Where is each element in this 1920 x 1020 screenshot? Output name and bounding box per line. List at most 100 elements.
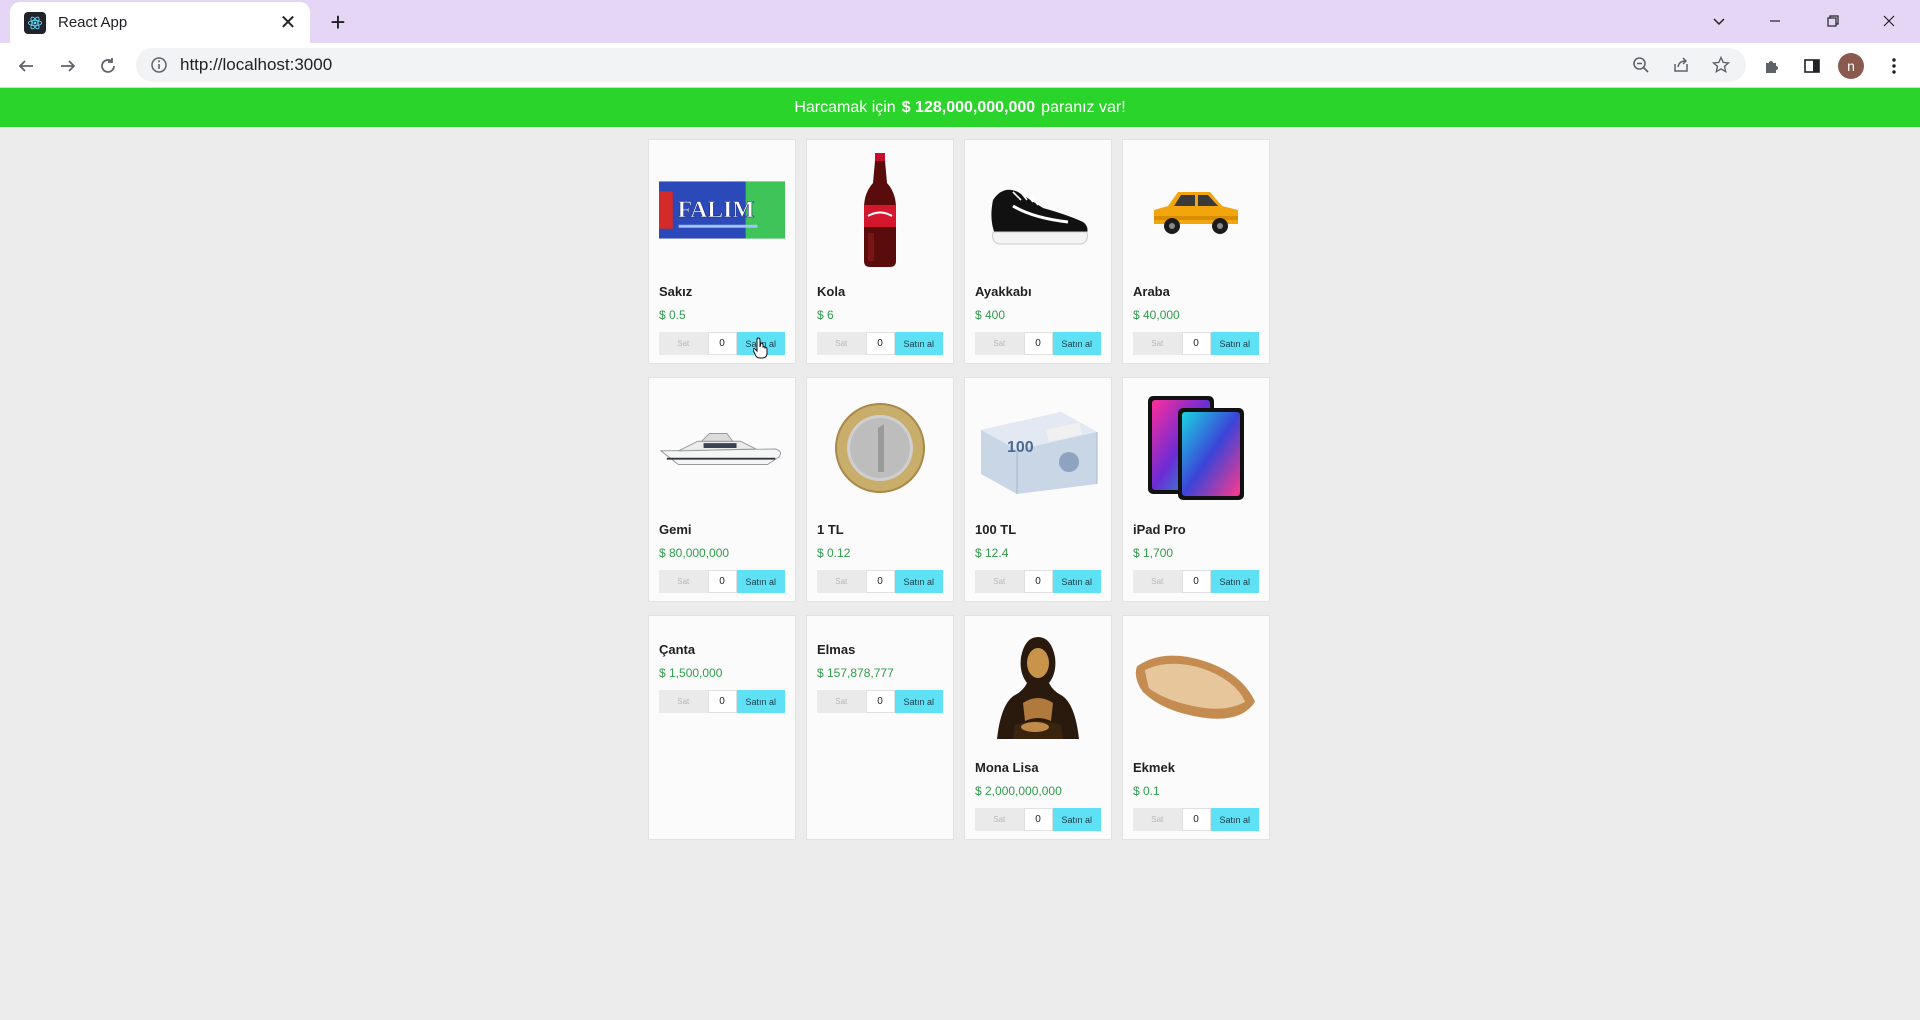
- buy-button[interactable]: Satın al: [736, 690, 785, 713]
- close-tab-icon[interactable]: ✕: [276, 11, 300, 35]
- svg-text:100: 100: [1007, 439, 1034, 456]
- quantity-input[interactable]: [1023, 570, 1053, 593]
- sell-button[interactable]: Sat: [975, 332, 1024, 355]
- quantity-input[interactable]: [865, 690, 895, 713]
- menu-kebab-icon[interactable]: [1878, 50, 1910, 82]
- new-tab-icon[interactable]: +: [324, 7, 352, 37]
- product-card: 100 100 TL $ 12.4 Sat Satın al: [964, 377, 1112, 602]
- sell-button[interactable]: Sat: [1133, 570, 1182, 593]
- buy-button[interactable]: Satın al: [1210, 332, 1259, 355]
- address-bar[interactable]: http://localhost:3000: [136, 48, 1746, 82]
- browser-tab-bar: React App ✕ +: [0, 0, 1920, 43]
- quantity-input[interactable]: [1181, 332, 1211, 355]
- tab-search-icon[interactable]: [1696, 6, 1742, 36]
- buy-button[interactable]: Satın al: [894, 690, 943, 713]
- product-price: $ 0.5: [659, 308, 686, 322]
- sell-button[interactable]: Sat: [975, 570, 1024, 593]
- product-grid: FALIM Sakız $ 0.5 Sat Satın al Kola $ 6 …: [648, 139, 1272, 840]
- quantity-input[interactable]: [1023, 808, 1053, 831]
- zoom-icon[interactable]: [1626, 50, 1656, 80]
- react-logo-icon: [24, 11, 46, 34]
- quantity-input[interactable]: [707, 690, 737, 713]
- sell-button[interactable]: Sat: [817, 332, 866, 355]
- product-name: iPad Pro: [1133, 522, 1186, 537]
- sell-button[interactable]: Sat: [659, 570, 708, 593]
- cola-bottle-image: [817, 140, 943, 280]
- browser-tab[interactable]: React App ✕: [10, 2, 310, 43]
- product-card: Elmas $ 157,878,777 Sat Satın al: [806, 615, 954, 840]
- product-price: $ 1,500,000: [659, 666, 723, 680]
- reload-icon[interactable]: [92, 50, 124, 82]
- product-card: Ayakkabı $ 400 Sat Satın al: [964, 139, 1112, 364]
- product-controls: Sat Satın al: [1133, 570, 1259, 593]
- share-icon[interactable]: [1666, 50, 1696, 80]
- buy-button[interactable]: Satın al: [894, 570, 943, 593]
- product-controls: Sat Satın al: [659, 690, 785, 713]
- quantity-input[interactable]: [865, 332, 895, 355]
- product-controls: Sat Satın al: [817, 570, 943, 593]
- product-card: 1 TL $ 0.12 Sat Satın al: [806, 377, 954, 602]
- gum-image: FALIM: [659, 140, 785, 280]
- quantity-input[interactable]: [1181, 808, 1211, 831]
- quantity-input[interactable]: [707, 332, 737, 355]
- product-card: FALIM Sakız $ 0.5 Sat Satın al: [648, 139, 796, 364]
- buy-button[interactable]: Satın al: [894, 332, 943, 355]
- minimize-icon[interactable]: [1752, 6, 1798, 36]
- bread-image: [1133, 616, 1259, 756]
- product-name: 1 TL: [817, 522, 844, 537]
- buy-button[interactable]: Satın al: [1052, 332, 1101, 355]
- quantity-input[interactable]: [1023, 332, 1053, 355]
- product-controls: Sat Satın al: [975, 808, 1101, 831]
- close-window-icon[interactable]: [1866, 6, 1912, 36]
- painting-image: [975, 616, 1101, 756]
- banknotes-image: 100: [975, 378, 1101, 518]
- product-price: $ 80,000,000: [659, 546, 730, 560]
- quantity-input[interactable]: [707, 570, 737, 593]
- product-card: Mona Lisa $ 2,000,000,000 Sat Satın al: [964, 615, 1112, 840]
- side-panel-icon[interactable]: [1796, 50, 1828, 82]
- sell-button[interactable]: Sat: [1133, 332, 1182, 355]
- product-controls: Sat Satın al: [975, 332, 1101, 355]
- bookmark-star-icon[interactable]: [1706, 50, 1736, 80]
- product-card: Çanta $ 1,500,000 Sat Satın al: [648, 615, 796, 840]
- product-name: Araba: [1133, 284, 1170, 299]
- banner-prefix: Harcamak için: [794, 98, 896, 116]
- product-controls: Sat Satın al: [659, 570, 785, 593]
- tab-title: React App: [58, 14, 128, 31]
- url-text: http://localhost:3000: [180, 55, 333, 74]
- quantity-input[interactable]: [1181, 570, 1211, 593]
- site-info-icon[interactable]: [150, 56, 168, 74]
- buy-button[interactable]: Satın al: [1210, 808, 1259, 831]
- coin-image: [817, 378, 943, 518]
- hand-cursor-icon: [753, 337, 768, 359]
- profile-avatar[interactable]: n: [1838, 53, 1864, 79]
- back-icon[interactable]: [10, 50, 42, 82]
- buy-button[interactable]: Satın al: [1210, 570, 1259, 593]
- extensions-icon[interactable]: [1756, 50, 1788, 82]
- product-price: $ 1,700: [1133, 546, 1174, 560]
- quantity-input[interactable]: [865, 570, 895, 593]
- product-card: Ekmek $ 0.1 Sat Satın al: [1122, 615, 1270, 840]
- browser-toolbar: http://localhost:3000 n: [0, 43, 1920, 88]
- product-name: Kola: [817, 284, 846, 299]
- money-banner: Harcamak için $ 128,000,000,000 paranız …: [0, 88, 1920, 127]
- buy-button[interactable]: Satın al: [1052, 808, 1101, 831]
- product-price: $ 6: [817, 308, 834, 322]
- product-name: Mona Lisa: [975, 760, 1039, 775]
- buy-button[interactable]: Satın al: [1052, 570, 1101, 593]
- tablet-image: [1133, 378, 1259, 518]
- sell-button[interactable]: Sat: [817, 570, 866, 593]
- sell-button[interactable]: Sat: [817, 690, 866, 713]
- banner-suffix: paranız var!: [1041, 98, 1126, 116]
- restore-icon[interactable]: [1810, 6, 1856, 36]
- buy-button[interactable]: Satın al: [736, 570, 785, 593]
- sell-button[interactable]: Sat: [659, 332, 708, 355]
- forward-icon[interactable]: [52, 50, 84, 82]
- sell-button[interactable]: Sat: [1133, 808, 1182, 831]
- product-price: $ 0.1: [1133, 784, 1160, 798]
- yacht-image: [659, 378, 785, 518]
- banner-amount: $ 128,000,000,000: [901, 98, 1036, 116]
- product-name: Elmas: [817, 642, 856, 657]
- sell-button[interactable]: Sat: [659, 690, 708, 713]
- sell-button[interactable]: Sat: [975, 808, 1024, 831]
